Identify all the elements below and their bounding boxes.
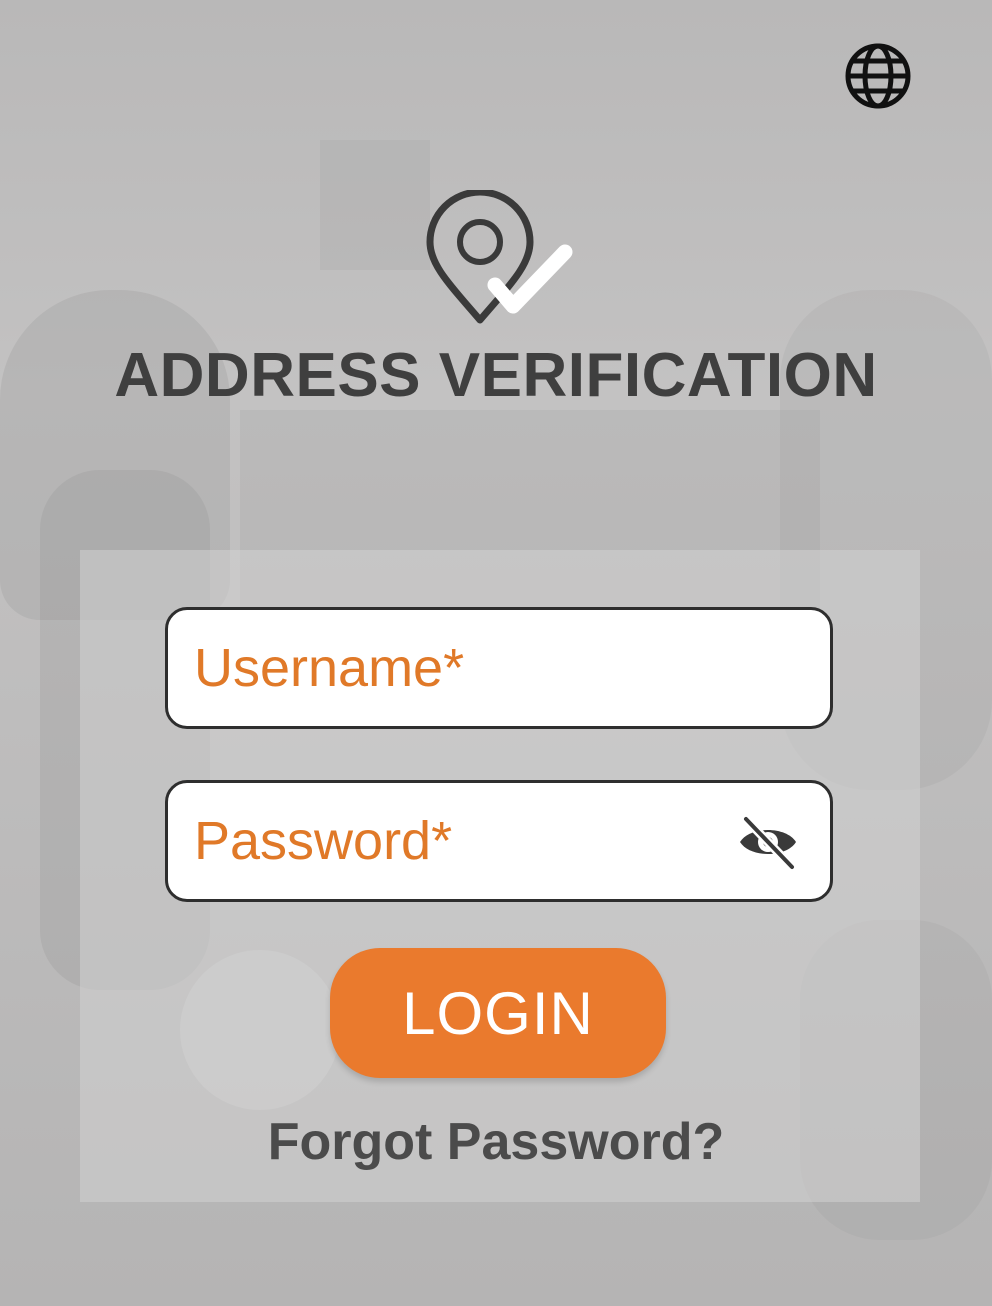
password-input[interactable]: [168, 810, 830, 872]
globe-icon: [845, 43, 911, 109]
login-button[interactable]: LOGIN: [330, 948, 666, 1078]
eye-off-icon[interactable]: [736, 811, 800, 873]
username-field[interactable]: [165, 607, 833, 729]
username-input[interactable]: [168, 637, 830, 699]
location-pin-check-icon: [426, 190, 573, 324]
app-title: ADDRESS VERIFICATION: [114, 341, 878, 410]
forgot-password-link[interactable]: Forgot Password?: [0, 1112, 992, 1172]
language-button[interactable]: [840, 40, 916, 112]
password-field[interactable]: [165, 780, 833, 902]
